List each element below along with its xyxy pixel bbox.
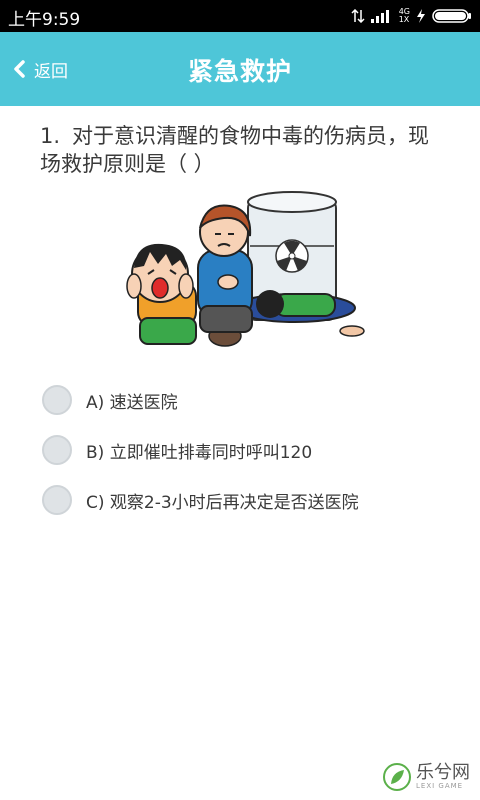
- network-type: 4G 1X: [398, 7, 410, 24]
- watermark: 乐兮网 LEXI GAME: [382, 762, 470, 792]
- girl-figure: [197, 204, 253, 333]
- question-text-block: 1. 对于意识清醒的食物中毒的伤病员，现场救护原则是（ ）: [40, 122, 440, 178]
- options-list: A) 速送医院 B) 立即催吐排毒同时呼叫120 C) 观察2-3小时后再决定是…: [42, 384, 462, 534]
- watermark-text: 乐兮网: [416, 762, 470, 783]
- status-time: 上午9:59: [8, 10, 81, 30]
- boy-figure: [126, 243, 197, 345]
- radio-button-b[interactable]: [42, 435, 72, 465]
- battery-icon: [432, 9, 471, 23]
- option-label-c: C) 观察2-3小时后再决定是否送医院: [86, 492, 359, 513]
- app-bar: 返回 紧急救护: [0, 32, 480, 106]
- option-a[interactable]: A) 速送医院: [42, 384, 462, 416]
- watermark-subtext: LEXI GAME: [416, 782, 464, 790]
- question-number: 1.: [40, 124, 61, 148]
- page-title: 紧急救护: [187, 57, 292, 86]
- radio-button-c[interactable]: [42, 485, 72, 515]
- status-icons: 4G 1X: [351, 6, 472, 26]
- signal-icon: [370, 10, 389, 23]
- leaf-logo-icon: [383, 763, 411, 791]
- charging-icon: [417, 9, 425, 23]
- option-c[interactable]: C) 观察2-3小时后再决定是否送医院: [42, 484, 462, 516]
- data-transfer-icon: [351, 9, 365, 23]
- option-label-a: A) 速送医院: [86, 392, 178, 413]
- option-b[interactable]: B) 立即催吐排毒同时呼叫120: [42, 434, 462, 466]
- question-illustration: [126, 191, 365, 347]
- option-label-b: B) 立即催吐排毒同时呼叫120: [86, 442, 313, 463]
- radio-button-a[interactable]: [42, 385, 72, 415]
- question-text: 对于意识清醒的食物中毒的伤病员，现场救护原则是（ ）: [40, 124, 429, 176]
- status-bar: 上午9:59 4G 1X: [0, 0, 480, 32]
